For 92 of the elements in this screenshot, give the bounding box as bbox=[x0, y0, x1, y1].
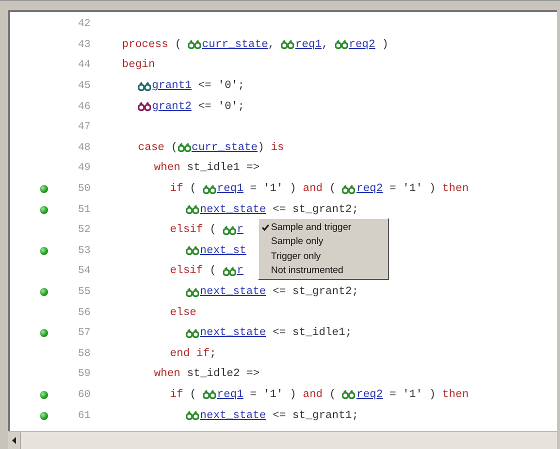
line-number: 52 bbox=[78, 224, 92, 236]
code-text: = '1' ) bbox=[388, 183, 437, 196]
signal-link[interactable]: curr_state bbox=[202, 38, 268, 51]
code-text: ( bbox=[208, 224, 218, 236]
signal-link[interactable]: req2 bbox=[356, 388, 383, 401]
menu-item[interactable]: Not instrumented bbox=[259, 264, 388, 278]
keyword: end if bbox=[170, 348, 210, 360]
keyword: and bbox=[302, 183, 323, 196]
keyword: then bbox=[442, 183, 469, 196]
code-text: , bbox=[268, 38, 276, 51]
line-number: 49 bbox=[78, 162, 92, 174]
line-number: 42 bbox=[78, 18, 92, 30]
line-number: 54 bbox=[78, 265, 92, 278]
keyword: case bbox=[138, 142, 164, 154]
code-text: <= st_grant2; bbox=[272, 204, 358, 216]
signal-link[interactable]: grant2 bbox=[152, 100, 192, 113]
code-text: ) bbox=[258, 142, 266, 154]
line-number: 48 bbox=[78, 142, 92, 154]
code-text: , bbox=[322, 38, 330, 51]
code-text: = '1' ) bbox=[249, 388, 298, 401]
horizontal-scrollbar[interactable] bbox=[8, 431, 557, 449]
signal-link[interactable]: next_state bbox=[200, 286, 266, 298]
signal-link[interactable]: req1 bbox=[217, 388, 244, 401]
signal-link[interactable]: next_state bbox=[200, 204, 266, 216]
breakpoint-dot[interactable] bbox=[40, 288, 48, 296]
signal-link[interactable]: curr_state bbox=[192, 142, 258, 154]
left-arrow-icon bbox=[12, 437, 16, 444]
signal-link[interactable]: req1 bbox=[217, 183, 244, 196]
keyword: elsif bbox=[170, 224, 204, 236]
line-number: 45 bbox=[78, 80, 92, 92]
keyword: when bbox=[154, 162, 180, 174]
code-text: ; bbox=[210, 348, 216, 360]
scroll-left-button[interactable] bbox=[8, 432, 21, 449]
line-number: 56 bbox=[78, 306, 92, 319]
line-number: 51 bbox=[78, 204, 92, 216]
code-text: <= '0'; bbox=[197, 100, 244, 113]
line-number: 46 bbox=[78, 100, 92, 113]
breakpoint-dot[interactable] bbox=[40, 390, 48, 399]
menu-item[interactable]: Trigger only bbox=[259, 249, 388, 264]
code-text: st_idle1 => bbox=[186, 162, 260, 174]
code-text: ( bbox=[174, 38, 182, 51]
line-number: 43 bbox=[78, 38, 92, 51]
keyword: is bbox=[270, 142, 284, 154]
keyword: process bbox=[122, 38, 168, 51]
signal-link[interactable]: req1 bbox=[295, 38, 322, 51]
signal-link[interactable]: next_st bbox=[200, 244, 246, 257]
line-number: 61 bbox=[78, 410, 92, 422]
code-text: ) bbox=[380, 38, 388, 51]
signal-link[interactable]: req2 bbox=[356, 183, 383, 196]
breakpoint-dot[interactable] bbox=[40, 185, 48, 194]
signal-link[interactable]: r bbox=[236, 224, 244, 236]
breakpoint-dot[interactable] bbox=[40, 412, 48, 420]
signal-link[interactable]: r bbox=[236, 265, 244, 278]
signal-link[interactable]: req2 bbox=[348, 38, 376, 51]
code-text: ( bbox=[328, 183, 337, 196]
keyword: when bbox=[154, 368, 180, 380]
code-text: = '1' ) bbox=[388, 388, 437, 401]
keyword: and bbox=[302, 388, 323, 401]
menu-item[interactable]: Sample and trigger bbox=[259, 220, 388, 234]
breakpoint-dot[interactable] bbox=[40, 206, 48, 214]
keyword: begin bbox=[122, 59, 156, 72]
code-text: <= st_idle1; bbox=[272, 327, 352, 340]
line-number: 53 bbox=[78, 244, 92, 257]
code-text: ( bbox=[188, 388, 198, 401]
code-text: ( bbox=[328, 388, 337, 401]
keyword: if bbox=[170, 388, 184, 401]
line-number: 60 bbox=[78, 388, 92, 401]
keyword: else bbox=[170, 306, 196, 319]
code-text: <= st_grant1; bbox=[272, 410, 358, 422]
code-text: <= st_grant2; bbox=[272, 286, 358, 298]
line-number: 57 bbox=[78, 327, 92, 340]
breakpoint-dot[interactable] bbox=[40, 329, 48, 338]
breakpoint-dot[interactable] bbox=[40, 246, 48, 255]
signal-link[interactable]: grant1 bbox=[152, 80, 192, 92]
code-text: ( bbox=[208, 265, 218, 278]
signal-link[interactable]: next_state bbox=[200, 327, 266, 340]
line-number: 58 bbox=[78, 348, 92, 360]
line-number: 50 bbox=[78, 183, 92, 196]
keyword: if bbox=[170, 183, 184, 196]
code-text: st_idle2 => bbox=[186, 368, 260, 380]
line-number: 59 bbox=[78, 368, 92, 380]
code-text: = '1' ) bbox=[249, 183, 298, 196]
keyword: elsif bbox=[170, 265, 204, 278]
line-number: 47 bbox=[78, 121, 92, 134]
code-text: ( bbox=[170, 142, 178, 154]
keyword: then bbox=[442, 388, 469, 401]
line-number: 55 bbox=[78, 286, 92, 298]
code-text: ( bbox=[188, 183, 198, 196]
code-text: <= '0'; bbox=[197, 80, 244, 92]
signal-link[interactable]: next_state bbox=[200, 410, 266, 422]
line-number: 44 bbox=[78, 59, 92, 72]
menu-item[interactable]: Sample only bbox=[259, 234, 388, 249]
